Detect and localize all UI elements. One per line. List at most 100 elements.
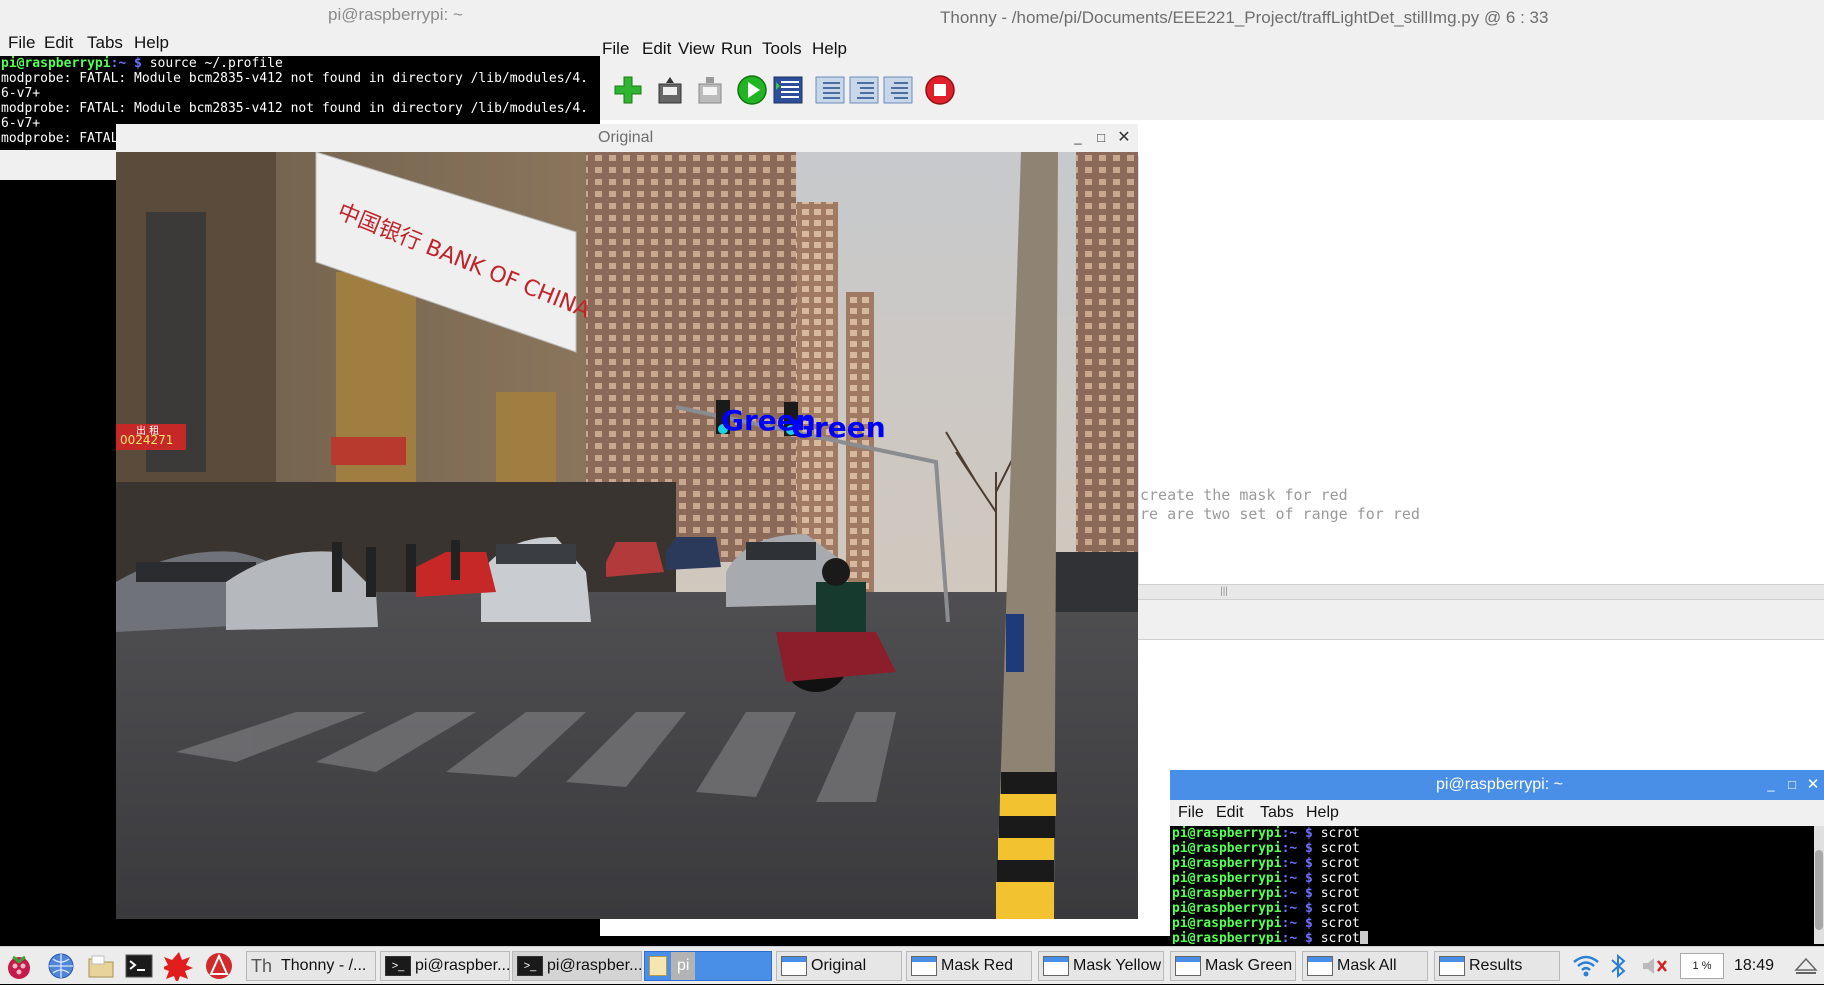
close-icon[interactable]: ✕ [1113,124,1135,152]
sign-red-text: 出 租 [136,424,159,437]
terminal-bottom-titlebar[interactable]: pi@raspberrypi: ~ _ □ ✕ [1170,770,1824,800]
math-icon[interactable] [164,951,194,981]
street-photo: 中国银行 BANK OF CHINA 0024271 出 租 Green Gre… [116,152,1138,919]
task-original[interactable]: Original [776,951,902,981]
cpu-monitor[interactable]: 1 % [1680,953,1724,979]
shell-header [1138,600,1824,640]
terminal-line: pi@raspberrypi:~ $ source ~/.profile [1,56,283,71]
web-browser-icon[interactable] [46,951,76,981]
original-window-title: Original [598,129,654,146]
terminal-bottom-title: pi@raspberrypi: ~ [1436,776,1563,793]
terminal-bottom-menubar: File Edit Tabs Help [1170,800,1824,826]
car [481,537,591,622]
terminal-line: modprobe: FATAL: Module bcm2835-v412 not… [1,101,588,116]
save-file-icon[interactable] [694,74,726,106]
clock[interactable]: 18:49 [1734,947,1774,985]
terminal-bottom-menu-help[interactable]: Help [1306,800,1339,826]
window-icon [781,956,807,976]
step-into-icon[interactable] [848,74,880,106]
thonny-titlebar[interactable]: Thonny - /home/pi/Documents/EEE221_Proje… [600,0,1824,36]
car [1051,552,1138,612]
task-results[interactable]: Results [1434,951,1560,981]
close-icon[interactable]: ✕ [1802,770,1824,800]
scroll-grip-icon[interactable]: ||| [1218,586,1230,598]
terminal-line: pi@raspberrypi:~ $ scrot [1172,841,1360,856]
thonny-menu-view[interactable]: View [678,36,715,62]
task-mask-all[interactable]: Mask All [1302,951,1428,981]
terminal-bottom-output[interactable]: pi@raspberrypi:~ $ scrot pi@raspberrypi:~… [1170,826,1814,944]
maximize-icon[interactable]: □ [1781,770,1803,800]
terminal-top-titlebar[interactable]: pi@raspberrypi: ~ [0,0,600,30]
step-out-icon[interactable] [882,74,914,106]
editor-code: create the mask for red re are two set of… [1140,486,1420,524]
detection-label: Green [791,411,886,444]
minimize-icon[interactable]: _ [1760,770,1782,800]
wifi-icon[interactable] [1572,953,1600,979]
terminal-top-menu-tabs[interactable]: Tabs [87,30,123,56]
terminal-cursor [1359,931,1368,944]
debug-icon[interactable] [772,74,804,106]
task-mask-red[interactable]: Mask Red [906,951,1032,981]
terminal-line: pi@raspberrypi:~ $ scrot [1172,871,1360,886]
folder-icon [649,956,667,976]
thonny-menu-run[interactable]: Run [721,36,752,62]
thonny-menu-help[interactable]: Help [812,36,847,62]
window-icon [1043,956,1069,976]
terminal-line: 6-v7+ [1,86,41,101]
terminal-top-menu-edit[interactable]: Edit [44,30,73,56]
raspberry-menu-icon[interactable] [4,951,34,981]
terminal-line: pi@raspberrypi:~ $ scrot [1172,886,1360,901]
terminal-top-menu-file[interactable]: File [8,30,35,56]
open-file-icon[interactable] [654,74,686,106]
terminal-icon[interactable] [124,951,154,981]
code-line: re are two set of range for red [1140,505,1420,523]
terminal-line: pi@raspberrypi:~ $ scrot [1172,826,1360,841]
terminal-line: modprobe: FATAL: Module bcm2835-v412 not… [1,71,588,86]
terminal-top-menubar: File Edit Tabs Help [0,30,600,56]
minimize-icon[interactable]: _ [1067,124,1089,152]
terminal-line: pi@raspberrypi:~ $ scrot [1172,931,1814,944]
volume-muted-icon[interactable] [1640,955,1670,977]
file-manager-icon[interactable] [86,951,116,981]
bluetooth-icon[interactable] [1608,953,1628,979]
terminal-line: pi@raspberrypi:~ $ scrot [1172,901,1360,916]
thonny-app-icon: Th [251,956,273,976]
shell-panel[interactable] [1138,641,1824,756]
terminal-bottom-menu-file[interactable]: File [1178,800,1204,826]
task-mask-yellow[interactable]: Mask Yellow [1038,951,1164,981]
thonny-menu-file[interactable]: File [602,36,629,62]
task-mask-green[interactable]: Mask Green [1170,951,1296,981]
thonny-toolbar [600,62,1824,120]
run-icon[interactable] [736,74,768,106]
terminal-top-lower-strip [0,150,116,180]
step-over-icon[interactable] [814,74,846,106]
thonny-menu-tools[interactable]: Tools [762,36,802,62]
eject-icon[interactable] [1794,957,1818,977]
window-icon [1175,956,1201,976]
terminal-scrollbar-thumb[interactable] [1815,850,1823,930]
thonny-title: Thonny - /home/pi/Documents/EEE221_Proje… [940,8,1549,27]
terminal-bottom-menu-tabs[interactable]: Tabs [1260,800,1294,826]
original-image[interactable]: 中国银行 BANK OF CHINA 0024271 出 租 Green Gre… [116,152,1138,919]
horizontal-scrollbar[interactable] [1138,584,1824,600]
original-window-titlebar[interactable]: Original _ □ ✕ [116,124,1138,152]
terminal-top-menu-help[interactable]: Help [134,30,169,56]
task-terminal-2[interactable]: >_ pi@raspber... [512,951,642,981]
terminal-icon: >_ [385,956,411,976]
task-folder-pi[interactable]: pi [644,951,772,981]
thonny-menubar: File Edit View Run Tools Help [600,36,1824,62]
task-terminal-1[interactable]: >_ pi@raspber... [380,951,510,981]
new-file-icon[interactable] [612,74,644,106]
terminal-bottom-menu-edit[interactable]: Edit [1216,800,1244,826]
wolfram-icon[interactable] [204,951,234,981]
maximize-icon[interactable]: □ [1090,124,1112,152]
window-icon [1307,956,1333,976]
stop-icon[interactable] [924,74,956,106]
task-thonny[interactable]: Th Thonny - /... [246,951,376,981]
taskbar: Th Thonny - /... >_ pi@raspber... >_ pi@… [0,946,1824,984]
code-line: create the mask for red [1140,486,1348,504]
terminal-line: pi@raspberrypi:~ $ scrot [1172,916,1360,931]
window-icon [911,956,937,976]
thonny-menu-edit[interactable]: Edit [642,36,671,62]
window-icon [1439,956,1465,976]
